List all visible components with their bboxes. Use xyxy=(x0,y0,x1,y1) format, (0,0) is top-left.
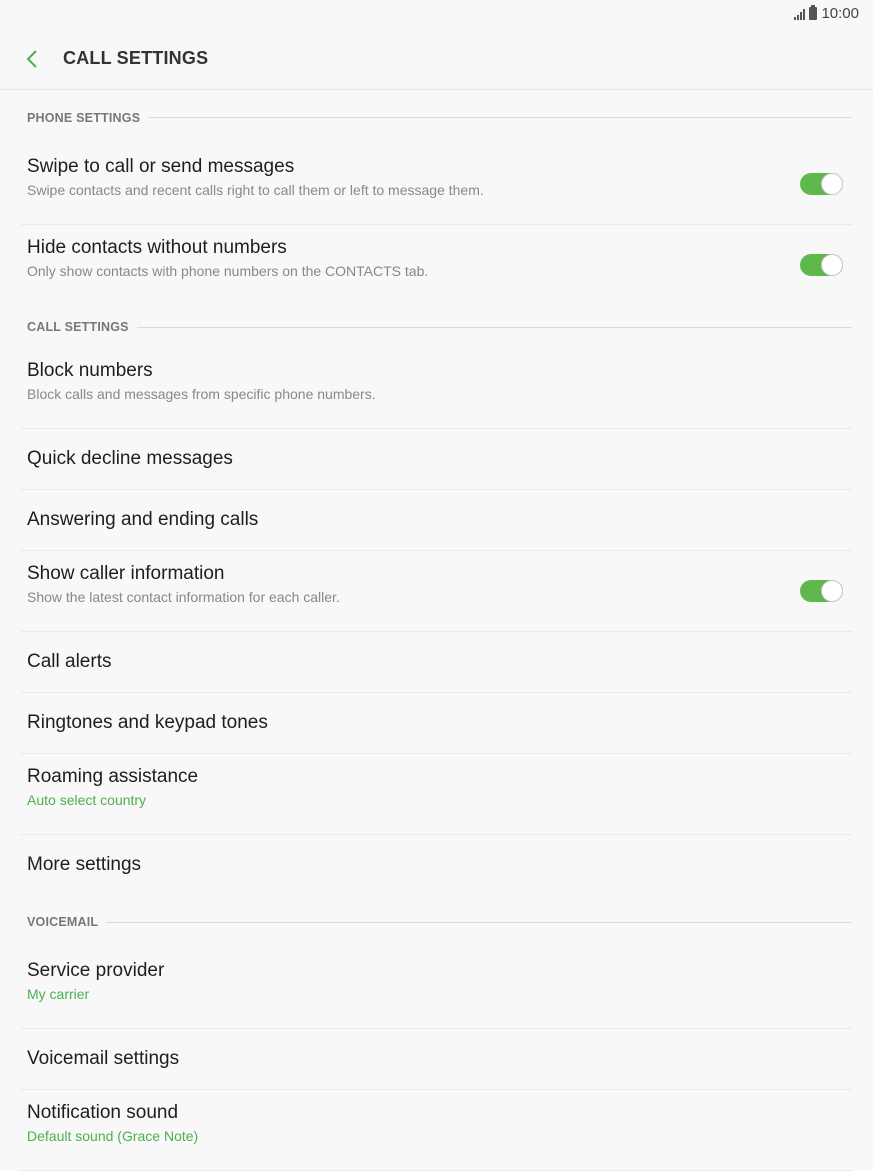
setting-subtitle: Show the latest contact information for … xyxy=(27,589,340,605)
section-label: CALL SETTINGS xyxy=(27,320,129,334)
setting-hide-contacts[interactable]: Hide contacts without numbers Only show … xyxy=(21,225,852,306)
setting-call-alerts[interactable]: Call alerts xyxy=(21,632,852,693)
setting-title: Block numbers xyxy=(27,360,153,381)
section-header-call-settings: CALL SETTINGS xyxy=(0,306,873,348)
page-title: CALL SETTINGS xyxy=(63,48,209,68)
setting-subtitle: My carrier xyxy=(27,986,90,1002)
setting-block-numbers[interactable]: Block numbers Block calls and messages f… xyxy=(21,348,852,429)
toggle-knob xyxy=(821,580,843,602)
setting-notification-sound[interactable]: Notification sound Default sound (Grace … xyxy=(21,1090,852,1171)
setting-subtitle: Auto select country xyxy=(27,792,147,808)
setting-title: More settings xyxy=(27,854,142,875)
setting-voicemail-settings[interactable]: Voicemail settings xyxy=(21,1029,852,1090)
setting-quick-decline-messages[interactable]: Quick decline messages xyxy=(21,429,852,490)
setting-answering-ending-calls[interactable]: Answering and ending calls xyxy=(21,490,852,551)
section-divider xyxy=(136,326,852,328)
section-label: VOICEMAIL xyxy=(27,915,99,929)
section-header-voicemail: VOICEMAIL xyxy=(0,896,873,948)
setting-subtitle: Swipe contacts and recent calls right to… xyxy=(27,182,484,198)
setting-show-caller-info[interactable]: Show caller information Show the latest … xyxy=(21,551,852,632)
setting-subtitle: Block calls and messages from specific p… xyxy=(27,386,376,402)
setting-roaming-assistance[interactable]: Roaming assistance Auto select country xyxy=(21,754,852,835)
chevron-left-icon xyxy=(26,50,37,68)
setting-title: Voicemail settings xyxy=(27,1048,180,1069)
battery-icon xyxy=(809,5,818,20)
setting-subtitle: Only show contacts with phone numbers on… xyxy=(27,263,429,279)
signal-icon xyxy=(794,8,806,20)
back-button[interactable] xyxy=(20,46,44,72)
section-divider xyxy=(106,921,852,923)
toggle-knob xyxy=(821,254,843,276)
setting-ringtones-keypad-tones[interactable]: Ringtones and keypad tones xyxy=(21,693,852,754)
setting-title: Ringtones and keypad tones xyxy=(27,712,268,733)
section-header-phone-settings: PHONE SETTINGS xyxy=(0,91,873,144)
status-icons: 10:00 xyxy=(794,5,859,22)
setting-title: Swipe to call or send messages xyxy=(27,156,295,177)
setting-title: Service provider xyxy=(27,960,165,981)
setting-title: Notification sound xyxy=(27,1102,179,1123)
setting-title: Hide contacts without numbers xyxy=(27,237,287,258)
setting-more-settings[interactable]: More settings xyxy=(21,835,852,896)
hide-contacts-toggle[interactable] xyxy=(800,254,843,276)
section-label: PHONE SETTINGS xyxy=(27,110,141,125)
settings-list: PHONE SETTINGS Swipe to call or send mes… xyxy=(0,91,873,1171)
setting-swipe-to-call[interactable]: Swipe to call or send messages Swipe con… xyxy=(21,144,852,225)
setting-title: Roaming assistance xyxy=(27,766,199,787)
app-header: CALL SETTINGS xyxy=(0,28,873,90)
section-divider xyxy=(148,117,852,118)
status-time: 10:00 xyxy=(821,5,859,22)
show-caller-info-toggle[interactable] xyxy=(800,580,843,602)
swipe-to-call-toggle[interactable] xyxy=(800,173,843,195)
setting-service-provider[interactable]: Service provider My carrier xyxy=(21,948,852,1029)
toggle-knob xyxy=(821,173,843,195)
setting-title: Quick decline messages xyxy=(27,448,233,469)
setting-title: Answering and ending calls xyxy=(27,509,259,530)
setting-title: Call alerts xyxy=(27,651,112,672)
status-bar: 10:00 xyxy=(0,0,873,28)
setting-subtitle: Default sound (Grace Note) xyxy=(27,1128,199,1144)
setting-title: Show caller information xyxy=(27,563,225,584)
